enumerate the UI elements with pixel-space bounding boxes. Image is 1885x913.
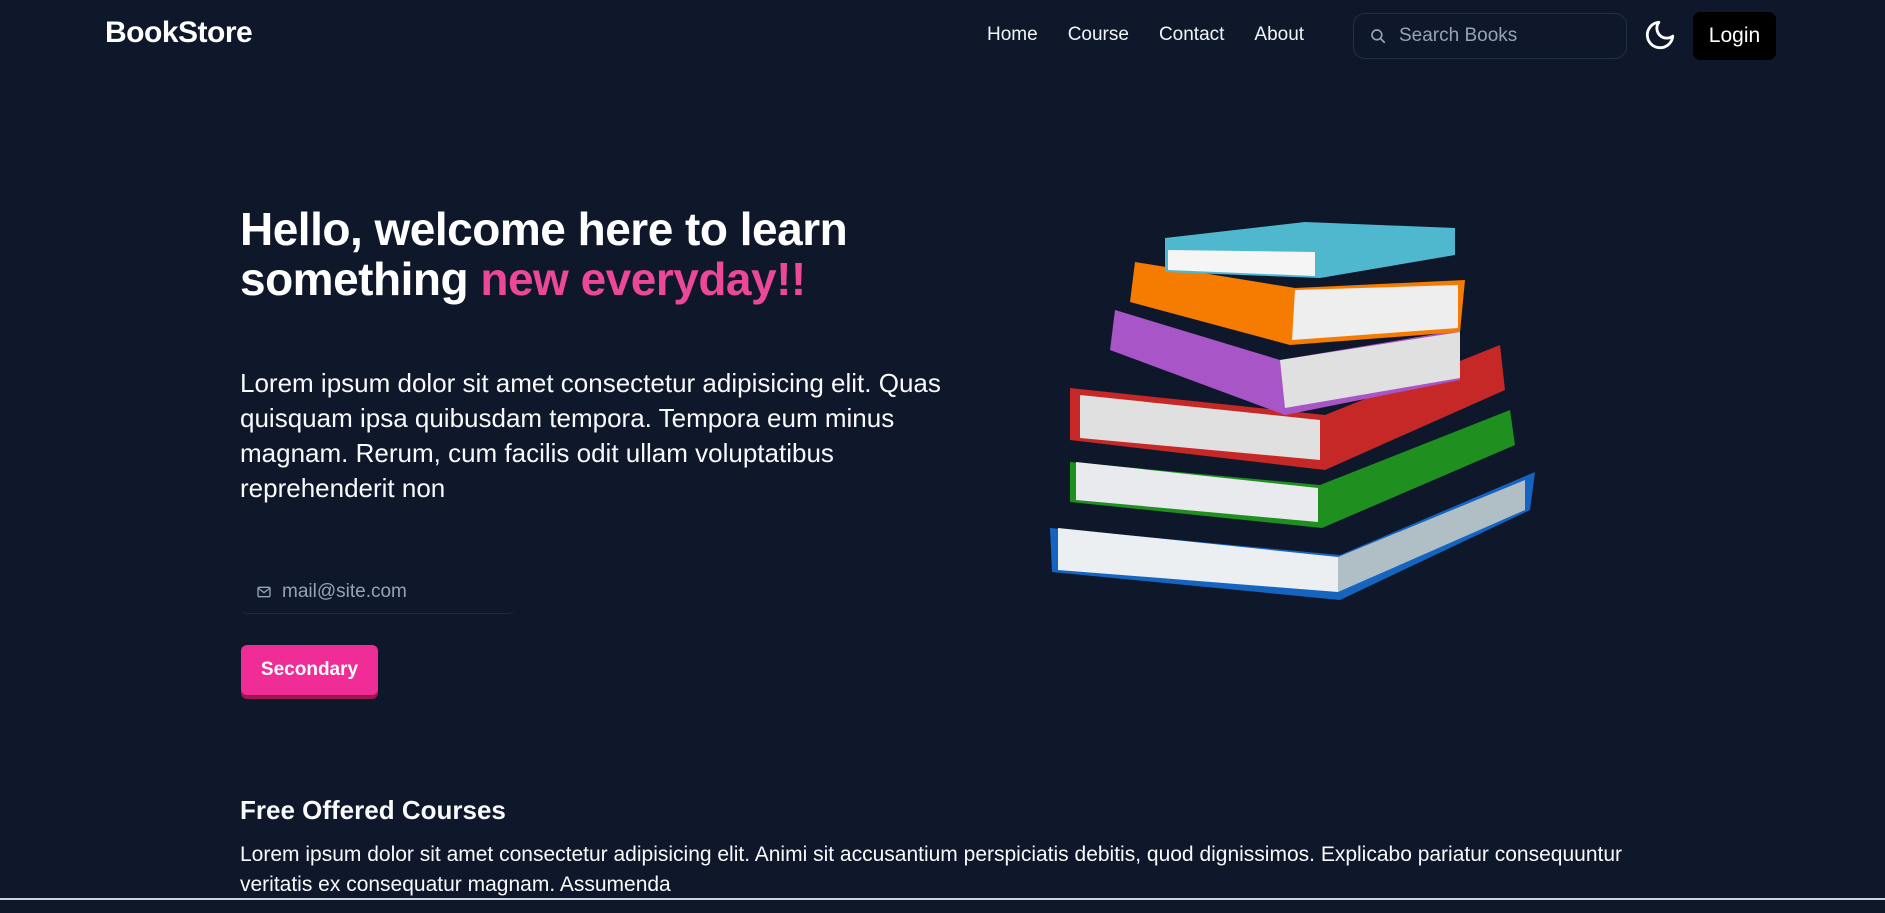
- login-button[interactable]: Login: [1693, 12, 1776, 60]
- hero-description: Lorem ipsum dolor sit amet consectetur a…: [240, 368, 941, 503]
- courses-description: Lorem ipsum dolor sit amet consectetur a…: [240, 843, 1623, 896]
- book-teal: [1165, 222, 1455, 278]
- search-input[interactable]: [1399, 25, 1609, 47]
- mail-icon: [257, 586, 271, 597]
- courses-title: Free Offered Courses: [240, 795, 506, 825]
- brand-logo[interactable]: BookStore: [105, 16, 253, 50]
- nav-links: Home Course Contact About: [987, 24, 1304, 46]
- divider: [0, 898, 1885, 900]
- nav-link-about[interactable]: About: [1254, 24, 1304, 46]
- nav-link-home[interactable]: Home: [987, 24, 1038, 46]
- search-box[interactable]: [1353, 13, 1627, 59]
- nav-link-contact[interactable]: Contact: [1159, 24, 1224, 46]
- search-icon: [1371, 29, 1386, 44]
- moon-icon[interactable]: [1643, 18, 1677, 52]
- navbar: BookStore Home Course Contact About Logi…: [0, 0, 1885, 72]
- email-input[interactable]: [282, 580, 502, 603]
- books-stack-image: [1050, 222, 1535, 600]
- hero-title-accent: new everyday!!: [480, 253, 806, 305]
- email-field[interactable]: [240, 570, 516, 614]
- nav-link-course[interactable]: Course: [1068, 24, 1129, 46]
- secondary-button[interactable]: Secondary: [241, 645, 378, 695]
- hero-title: Hello, welcome here to learn something n…: [240, 204, 940, 304]
